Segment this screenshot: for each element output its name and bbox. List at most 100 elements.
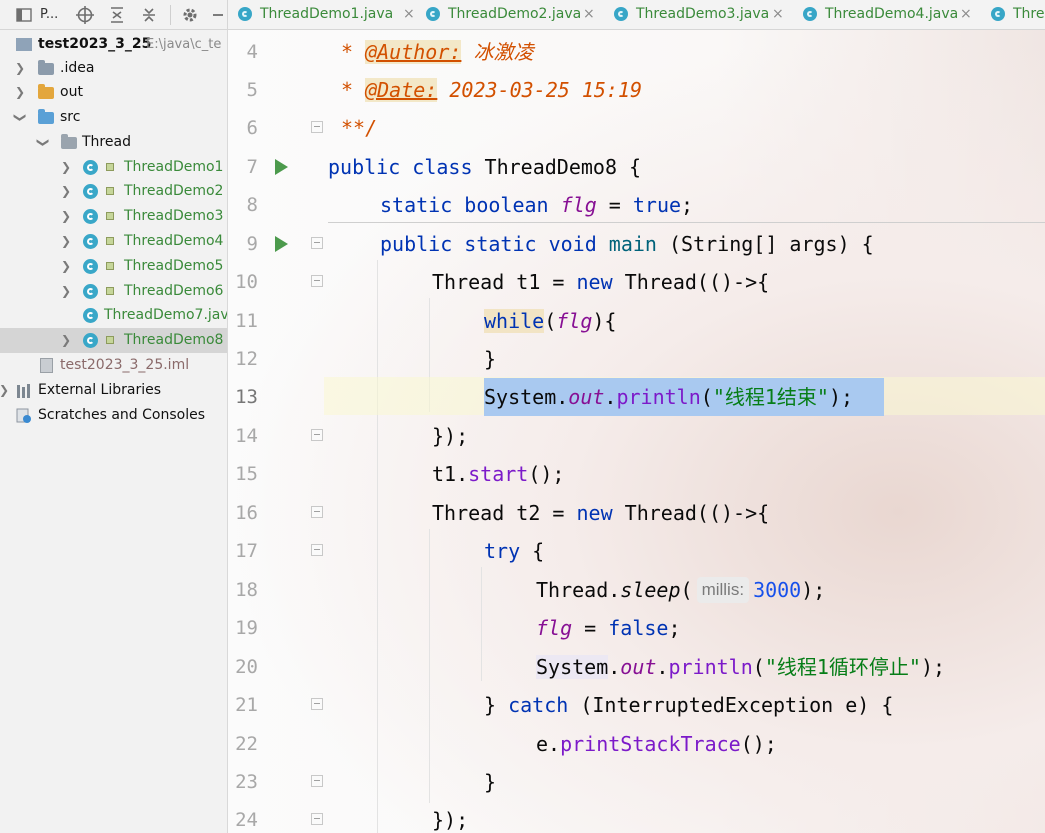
tree-item-threaddemo5[interactable]: ❯ ThreadDemo5 [0,254,227,279]
tree-item-src[interactable]: ❯ src [0,105,227,130]
code-line-9: 9 public static void main (String[] args… [228,225,1045,263]
class-icon [83,160,98,175]
project-name: test2023_3_25 [38,36,152,52]
code-line-22: 22 e.printStackTrace(); [228,725,1045,763]
code-text: e.printStackTrace(); [536,732,777,756]
expand-all-icon[interactable] [108,5,126,25]
tree-item-label: ThreadDemo4 [124,233,224,249]
close-icon[interactable]: × [772,0,784,29]
tree-item-threaddemo2[interactable]: ❯ ThreadDemo2 [0,179,227,204]
fold-marker-icon[interactable] [311,121,323,133]
code-text: public class ThreadDemo8 { [328,155,642,179]
fold-marker-icon[interactable] [311,506,323,518]
chevron-down-icon[interactable]: ❯ [31,137,56,149]
chevron-right-icon[interactable]: ❯ [60,179,72,204]
lock-icon [106,287,114,295]
chevron-right-icon[interactable]: ❯ [60,155,72,180]
tree-item-label: ThreadDemo8 [124,332,224,348]
line-number: 16 [235,502,258,524]
tree-item-label: Thread [82,134,131,150]
code-text: } catch (InterruptedException e) { [484,693,894,717]
line-number: 13 [235,386,258,408]
tree-item-threaddemo8[interactable]: ❯ ThreadDemo8 [0,328,227,353]
run-icon[interactable] [275,159,288,175]
fold-marker-icon[interactable] [311,544,323,556]
code-text: } [484,770,497,794]
project-path: E:\java\c_te [146,37,222,52]
tree-item-threaddemo4[interactable]: ❯ ThreadDemo4 [0,229,227,254]
project-tree: test2023_3_25 E:\java\c_te ❯ .idea ❯ out… [0,30,228,833]
tab-threaddemo-partial[interactable]: Thre [991,0,1045,29]
fold-marker-icon[interactable] [311,429,323,441]
code-line-19: 19 flg = false; [228,609,1045,647]
code-line-20: 20 System.out.println("线程1循环停止"); [228,648,1045,686]
chevron-down-icon[interactable]: ❯ [8,112,33,124]
tree-item-thread-package[interactable]: ❯ Thread [0,130,227,155]
module-icon [16,38,32,51]
line-number: 8 [246,194,258,216]
locate-icon[interactable] [76,5,94,25]
source-folder-icon [38,109,54,124]
tree-item-threaddemo7[interactable]: ThreadDemo7.java [0,303,227,328]
code-text: while(flg){ [484,309,617,333]
tree-item-threaddemo6[interactable]: ❯ ThreadDemo6 [0,279,227,304]
tab-label: Thre [1013,6,1045,22]
class-icon [83,184,98,199]
tab-threaddemo4[interactable]: ThreadDemo4.java × [803,0,983,29]
string-literal: "线程1结束" [712,385,829,409]
line-number: 6 [246,117,258,139]
chevron-right-icon[interactable]: ❯ [60,328,72,353]
chevron-right-icon[interactable]: ❯ [14,56,26,81]
chevron-right-icon[interactable]: ❯ [0,378,10,403]
class-icon [803,7,817,21]
code-text: } [484,347,497,371]
tab-threaddemo3[interactable]: ThreadDemo3.java × [614,0,794,29]
close-icon[interactable]: × [960,0,972,29]
line-number: 18 [235,579,258,601]
chevron-right-icon[interactable]: ❯ [14,80,26,105]
code-line-6: 6 **/ [228,109,1045,147]
tree-item-out[interactable]: ❯ out [0,80,227,105]
lock-icon [106,163,114,171]
tree-root[interactable]: test2023_3_25 E:\java\c_te [0,32,227,57]
tree-item-threaddemo3[interactable]: ❯ ThreadDemo3 [0,204,227,229]
code-editor[interactable]: 4 * @Author: 冰激凌 5 * @Date: 2023-03-25 1… [228,30,1045,833]
javadoc-tag: @Author: [365,40,462,64]
gear-icon[interactable] [181,5,199,25]
code-text: System.out.println("线程1结束"); [484,385,854,409]
code-text: Thread t1 = new Thread(()->{ [432,270,770,294]
tree-item-threaddemo1[interactable]: ❯ ThreadDemo1 [0,155,227,180]
close-icon[interactable]: × [403,0,415,29]
code-line-17: 17 try { [228,532,1045,570]
editor-tabs: ThreadDemo1.java × ThreadDemo2.java × Th… [228,0,1045,30]
minimize-icon[interactable] [212,5,224,25]
class-icon [83,234,98,249]
project-view-icon[interactable] [16,5,32,25]
tab-threaddemo1[interactable]: ThreadDemo1.java × [238,0,418,29]
chevron-right-icon[interactable]: ❯ [60,204,72,229]
close-icon[interactable]: × [583,0,595,29]
tree-item-label: test2023_3_25.iml [60,357,190,373]
collapse-all-icon[interactable] [140,5,158,25]
run-icon[interactable] [275,236,288,252]
lock-icon [106,187,114,195]
tree-item-scratches[interactable]: Scratches and Consoles [0,403,227,428]
chevron-right-icon[interactable]: ❯ [60,279,72,304]
chevron-right-icon[interactable]: ❯ [60,229,72,254]
code-line-11: 11 while(flg){ [228,302,1045,340]
tab-threaddemo2[interactable]: ThreadDemo2.java × [426,0,606,29]
fold-marker-icon[interactable] [311,813,323,825]
fold-marker-icon[interactable] [311,237,323,249]
tree-item-iml-file[interactable]: test2023_3_25.iml [0,353,227,378]
tab-label: ThreadDemo1.java [260,6,394,22]
chevron-right-icon[interactable]: ❯ [60,254,72,279]
code-line-16: 16 Thread t2 = new Thread(()->{ [228,494,1045,532]
tree-item-external-libraries[interactable]: ❯ External Libraries [0,378,227,403]
project-view-dropdown[interactable]: P... [40,5,58,25]
fold-marker-icon[interactable] [311,775,323,787]
tree-item-idea[interactable]: ❯ .idea [0,56,227,81]
tree-item-label: src [60,109,81,125]
fold-marker-icon[interactable] [311,275,323,287]
class-icon [83,259,98,274]
fold-marker-icon[interactable] [311,698,323,710]
